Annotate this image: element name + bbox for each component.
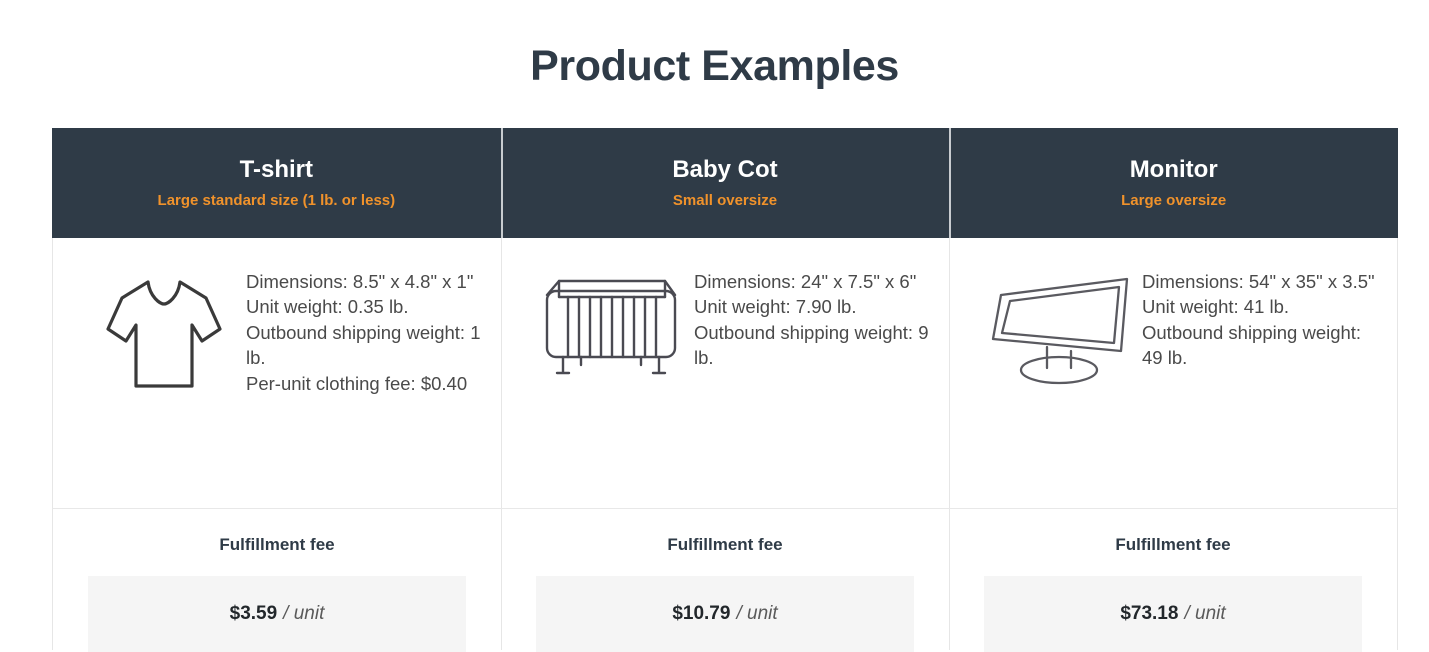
spec-line: Per-unit clothing fee: $0.40 [246, 372, 468, 394]
fee-value-box: $10.79 / unit [536, 576, 914, 652]
fee-unit: / unit [736, 603, 778, 625]
fee-amount: $3.59 [229, 603, 278, 625]
product-size-tier: Large oversize [1121, 191, 1227, 209]
fee-unit: / unit [283, 603, 325, 625]
fee-cell-tshirt: Fulfillment fee $3.59 / unit [53, 509, 501, 652]
spec-line: Outbound shipping weight: 49 lb. [1142, 321, 1362, 369]
product-header-baby-cot: Baby Cot Small oversize [500, 128, 950, 238]
product-header-monitor: Monitor Large oversize [949, 128, 1398, 238]
product-specs-tshirt: Dimensions: 8.5" x 4.8" x 1" Unit weight… [246, 269, 483, 396]
product-cell-monitor: Dimensions: 54" x 35" x 3.5" Unit weight… [949, 238, 1397, 508]
spec-line: Outbound shipping weight: 9 lb. [694, 321, 929, 369]
product-header-tshirt: T-shirt Large standard size (1 lb. or le… [52, 128, 501, 238]
page-title: Product Examples [530, 42, 899, 90]
spec-line: Outbound shipping weight: 1 lb. [246, 321, 481, 369]
product-specs-monitor: Dimensions: 54" x 35" x 3.5" Unit weight… [1142, 269, 1379, 371]
product-name: Monitor [1129, 156, 1218, 184]
fee-label: Fulfillment fee [1115, 535, 1231, 554]
fee-cell-monitor: Fulfillment fee $73.18 / unit [949, 509, 1397, 652]
fee-amount: $10.79 [672, 603, 731, 625]
table-header-row: T-shirt Large standard size (1 lb. or le… [52, 128, 1398, 238]
fee-label: Fulfillment fee [667, 535, 783, 554]
product-name: Baby Cot [672, 156, 778, 184]
baby-cot-icon [545, 279, 676, 375]
tshirt-icon [105, 280, 222, 388]
product-size-tier: Small oversize [672, 191, 778, 209]
spec-line: Unit weight: 0.35 lb. [246, 296, 409, 318]
spec-line: Dimensions: 24" x 7.5" x 6" [694, 271, 917, 292]
product-specs-baby-cot: Dimensions: 24" x 7.5" x 6" Unit weight:… [694, 269, 931, 371]
spec-line: Dimensions: 8.5" x 4.8" x 1" [246, 271, 474, 292]
product-examples-page: Product Examples T-shirt Large standard … [0, 0, 1429, 652]
fee-value-box: $3.59 / unit [88, 576, 466, 652]
fee-unit: / unit [1184, 603, 1226, 625]
monitor-icon [991, 277, 1128, 385]
product-size-tier: Large standard size (1 lb. or less) [157, 191, 396, 209]
product-cell-baby-cot: Dimensions: 24" x 7.5" x 6" Unit weight:… [501, 238, 949, 508]
fee-value-box: $73.18 / unit [984, 576, 1362, 652]
product-name: T-shirt [239, 156, 313, 184]
spec-line: Unit weight: 41 lb. [1142, 296, 1290, 318]
fee-label: Fulfillment fee [219, 535, 335, 554]
product-cell-tshirt: Dimensions: 8.5" x 4.8" x 1" Unit weight… [53, 238, 501, 508]
spec-line: Dimensions: 54" x 35" x 3.5" [1142, 271, 1375, 292]
spec-line: Unit weight: 7.90 lb. [694, 296, 857, 318]
product-image-monitor [977, 269, 1142, 391]
product-image-tshirt [81, 269, 246, 393]
fee-amount: $73.18 [1120, 603, 1179, 625]
product-image-baby-cot [529, 269, 694, 383]
product-examples-table: T-shirt Large standard size (1 lb. or le… [52, 128, 1398, 652]
table-body-row: Dimensions: 8.5" x 4.8" x 1" Unit weight… [52, 238, 1398, 509]
fee-cell-baby-cot: Fulfillment fee $10.79 / unit [501, 509, 949, 652]
table-fee-row: Fulfillment fee $3.59 / unit Fulfillment… [52, 509, 1398, 652]
